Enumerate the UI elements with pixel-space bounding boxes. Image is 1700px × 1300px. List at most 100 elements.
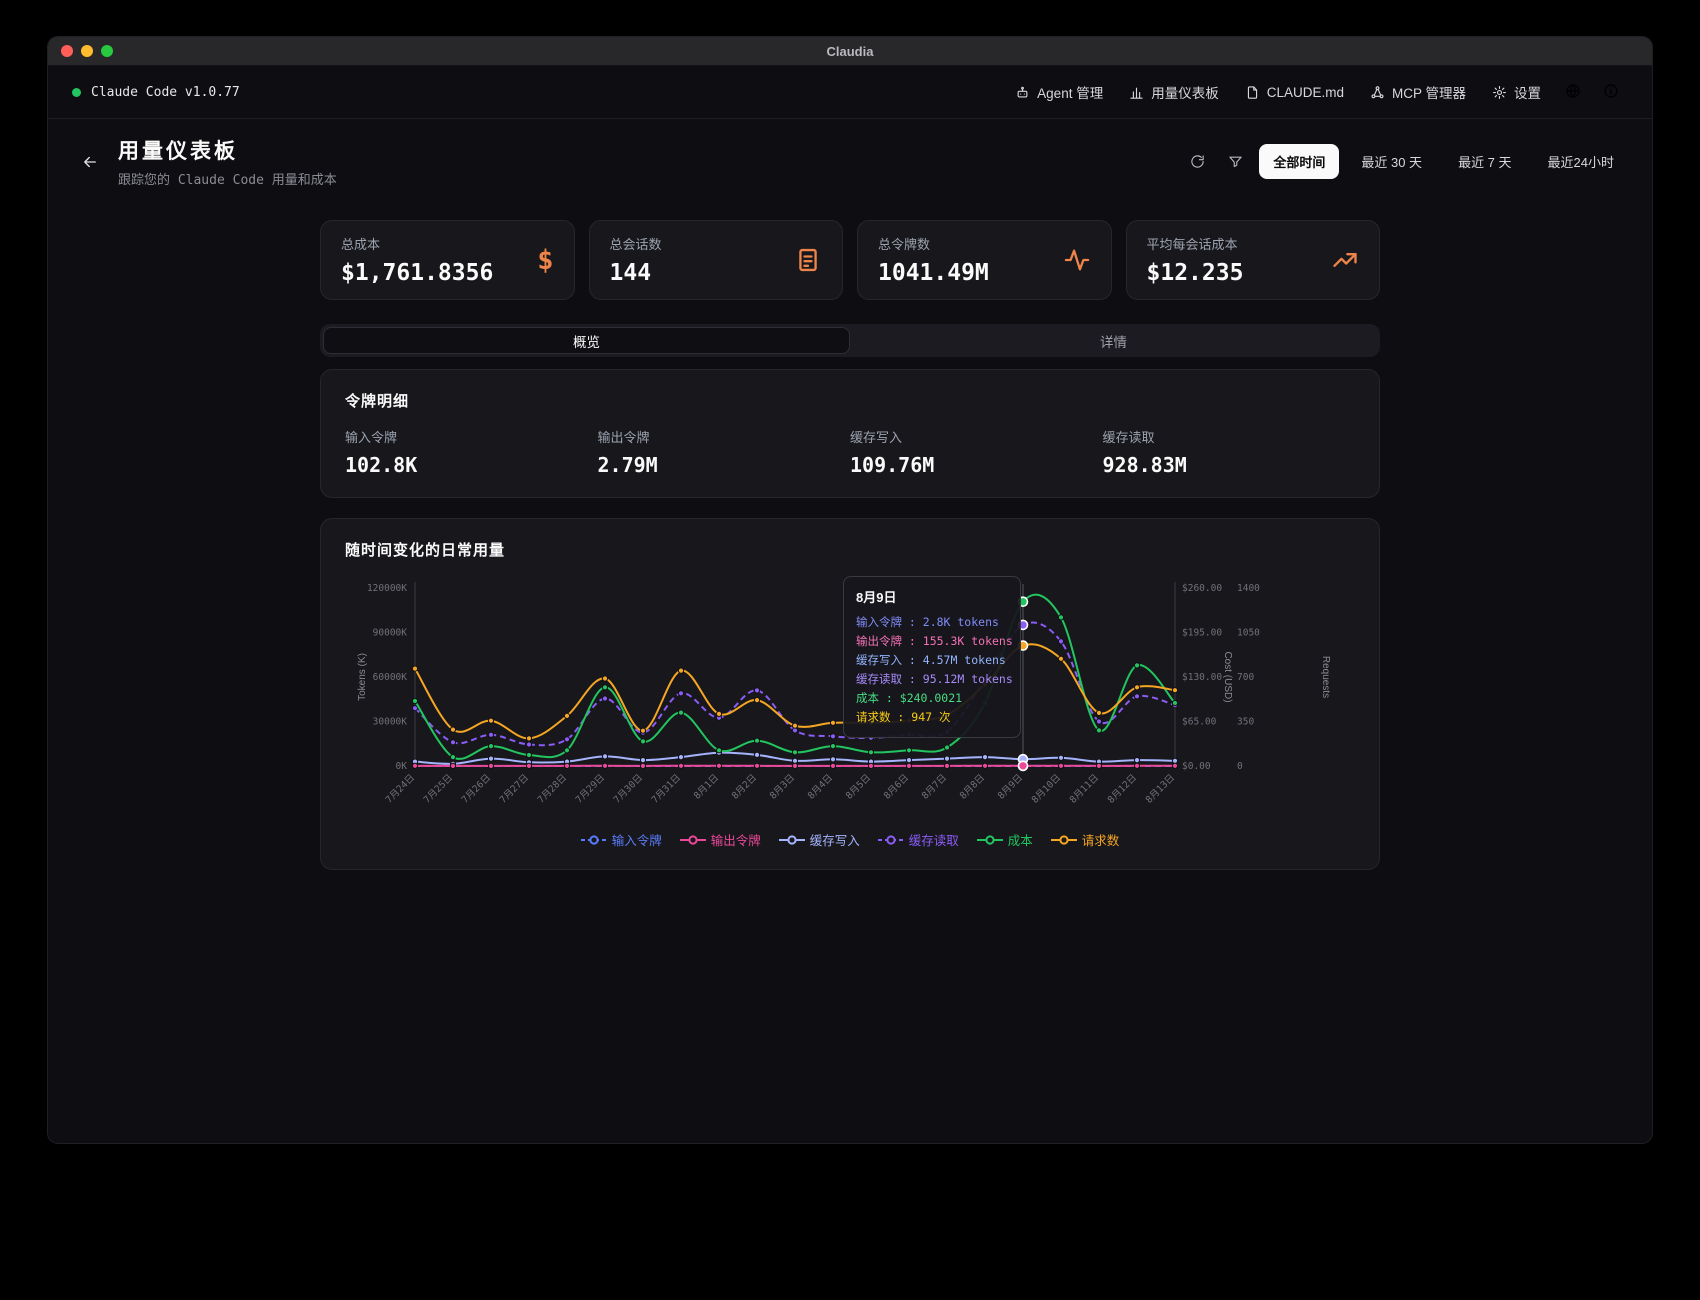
stat-card-avg-cost: 平均每会话成本 $12.235 (1126, 220, 1381, 300)
nav-usage-dashboard[interactable]: 用量仪表板 (1118, 75, 1230, 109)
legend-marker-icon (977, 834, 1003, 846)
stat-label: 总令牌数 (878, 234, 989, 253)
minimize-window-button[interactable] (81, 45, 93, 57)
svg-text:1050: 1050 (1237, 628, 1260, 639)
traffic-lights (61, 45, 113, 57)
activity-icon (1063, 246, 1091, 274)
refresh-button[interactable] (1181, 146, 1213, 178)
token-item-cache-write: 缓存写入 109.76M (850, 427, 1103, 477)
nav-agent-manager[interactable]: Agent 管理 (1004, 75, 1114, 109)
close-window-button[interactable] (61, 45, 73, 57)
svg-text:700: 700 (1237, 672, 1254, 683)
back-button[interactable] (72, 144, 108, 180)
nav-claude-md[interactable]: CLAUDE.md (1234, 78, 1355, 107)
app-version: Claude Code v1.0.77 (91, 85, 240, 100)
info-icon (1603, 83, 1619, 99)
receipt-icon (794, 246, 822, 274)
svg-text:8月5日: 8月5日 (844, 772, 873, 801)
svg-text:8月13日: 8月13日 (1144, 772, 1177, 805)
nav-label: 用量仪表板 (1151, 82, 1219, 102)
token-item-cache-read: 缓存读取 928.83M (1103, 427, 1356, 477)
nav-label: MCP 管理器 (1392, 82, 1466, 102)
stat-label: 总成本 (341, 234, 493, 253)
svg-text:8月12日: 8月12日 (1106, 772, 1139, 805)
svg-text:90000K: 90000K (373, 628, 408, 639)
tooltip-row: 输入令牌 : 2.8K tokens (856, 613, 1008, 632)
svg-text:7月31日: 7月31日 (650, 772, 683, 805)
view-tabs: 概览 详情 (320, 324, 1380, 357)
token-breakdown-panel: 令牌明细 输入令牌 102.8K 输出令牌 2.79M 缓存写入 109.76M… (320, 369, 1380, 498)
svg-text:7月26日: 7月26日 (460, 772, 493, 805)
tooltip-row: 成本 : $240.0021 (856, 689, 1008, 708)
page-header: 用量仪表板 跟踪您的 Claude Code 用量和成本 全部时间 最近 30 … (48, 119, 1652, 206)
tab-details[interactable]: 详情 (850, 327, 1377, 354)
app-window: Claudia Claude Code v1.0.77 Agent 管理 用量仪… (47, 36, 1653, 1144)
stat-value: 144 (610, 260, 662, 286)
page-subtitle: 跟踪您的 Claude Code 用量和成本 (118, 169, 337, 188)
svg-text:Cost (USD): Cost (USD) (1222, 651, 1233, 702)
page-title: 用量仪表板 (118, 135, 337, 165)
svg-text:$65.00: $65.00 (1182, 717, 1217, 728)
filter-button[interactable] (1219, 146, 1251, 178)
language-button[interactable] (1556, 76, 1590, 109)
network-icon (1370, 85, 1385, 100)
chart-tooltip: 8月9日 输入令牌 : 2.8K tokens输出令牌 : 155.3K tok… (843, 576, 1021, 738)
funnel-icon (1228, 154, 1243, 169)
legend-item[interactable]: 请求数 (1051, 830, 1120, 849)
svg-text:8月1日: 8月1日 (692, 772, 721, 801)
svg-text:7月25日: 7月25日 (422, 772, 455, 805)
globe-icon (1565, 83, 1581, 99)
time-filter-30d[interactable]: 最近 30 天 (1347, 144, 1436, 179)
svg-text:Tokens (K): Tokens (K) (357, 653, 368, 701)
svg-text:8月7日: 8月7日 (920, 772, 949, 801)
about-button[interactable] (1594, 76, 1628, 109)
legend-item[interactable]: 输入令牌 (581, 830, 662, 849)
gear-icon (1492, 85, 1507, 100)
legend-marker-icon (779, 834, 805, 846)
stat-card-total-cost: 总成本 $1,761.8356 $ (320, 220, 575, 300)
stat-card-total-sessions: 总会话数 144 (589, 220, 844, 300)
svg-text:8月9日: 8月9日 (996, 772, 1025, 801)
legend-label: 成本 (1008, 830, 1033, 849)
nav-mcp-manager[interactable]: MCP 管理器 (1359, 75, 1477, 109)
svg-text:8月11日: 8月11日 (1068, 772, 1101, 805)
svg-text:7月27日: 7月27日 (498, 772, 531, 805)
svg-text:8月10日: 8月10日 (1030, 772, 1063, 805)
svg-text:$0.00: $0.00 (1182, 761, 1211, 772)
tooltip-row: 请求数 : 947 次 (856, 708, 1008, 727)
status-dot (72, 88, 81, 97)
svg-text:Requests: Requests (1320, 656, 1331, 698)
nav-settings[interactable]: 设置 (1481, 75, 1552, 109)
legend-marker-icon (1051, 834, 1077, 846)
page-actions: 全部时间 最近 30 天 最近 7 天 最近24小时 (1181, 144, 1628, 179)
svg-text:8月8日: 8月8日 (958, 772, 987, 801)
tooltip-row: 缓存读取 : 95.12M tokens (856, 670, 1008, 689)
top-nav: Agent 管理 用量仪表板 CLAUDE.md MCP 管理器 设置 (1004, 75, 1628, 109)
dollar-icon: $ (537, 245, 553, 276)
legend-item[interactable]: 成本 (977, 830, 1033, 849)
nav-label: CLAUDE.md (1267, 85, 1344, 100)
legend-label: 输出令牌 (711, 830, 761, 849)
svg-text:60000K: 60000K (373, 672, 408, 683)
legend-item[interactable]: 缓存读取 (878, 830, 959, 849)
bar-chart-icon (1129, 85, 1144, 100)
legend-label: 请求数 (1082, 830, 1120, 849)
svg-text:1400: 1400 (1237, 583, 1260, 594)
time-filter-24h[interactable]: 最近24小时 (1534, 144, 1628, 179)
trend-up-icon (1331, 246, 1359, 274)
main-content: 总成本 $1,761.8356 $ 总会话数 144 总令牌数 1041.49M (320, 206, 1380, 870)
time-filter-7d[interactable]: 最近 7 天 (1444, 144, 1525, 179)
legend-marker-icon (680, 834, 706, 846)
time-filter-all[interactable]: 全部时间 (1259, 144, 1339, 179)
tab-overview[interactable]: 概览 (323, 327, 850, 354)
legend-label: 输入令牌 (612, 830, 662, 849)
svg-text:8月2日: 8月2日 (730, 772, 759, 801)
file-icon (1245, 85, 1260, 100)
zoom-window-button[interactable] (101, 45, 113, 57)
svg-text:0: 0 (1237, 761, 1243, 772)
stat-label: 总会话数 (610, 234, 662, 253)
legend-marker-icon (581, 834, 607, 846)
chart-title: 随时间变化的日常用量 (345, 539, 1355, 560)
legend-item[interactable]: 缓存写入 (779, 830, 860, 849)
legend-item[interactable]: 输出令牌 (680, 830, 761, 849)
